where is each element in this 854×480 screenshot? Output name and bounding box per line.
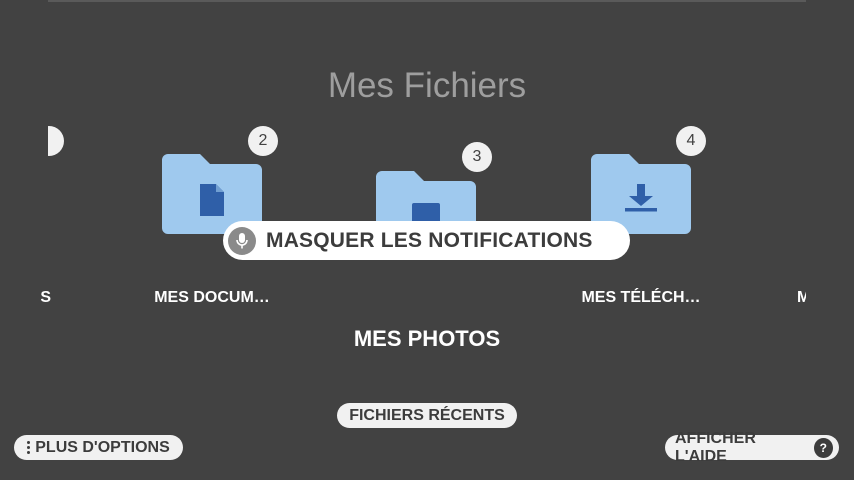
folder-label-downloads: MES TÉLÉCH… [581, 289, 701, 306]
help-icon: ? [813, 437, 833, 458]
more-options-label: PLUS D'OPTIONS [35, 438, 170, 456]
left-edge-mask [0, 0, 48, 480]
right-edge-mask [806, 0, 854, 480]
badge-documents: 2 [248, 126, 278, 156]
show-help-button[interactable]: AFFICHER L'AIDE ? [665, 430, 839, 465]
hide-notifications-label: MASQUER LES NOTIFICATIONS [266, 228, 593, 252]
hide-notifications-button[interactable]: MASQUER LES NOTIFICATIONS [223, 221, 630, 260]
edge-label-left: S [41, 289, 51, 306]
more-options-button[interactable]: PLUS D'OPTIONS [14, 435, 183, 460]
recent-files-label: FICHIERS RÉCENTS [349, 406, 505, 424]
page-title: Mes Fichiers [327, 66, 527, 105]
folder-label-photos: MES PHOTOS [353, 326, 501, 351]
show-help-label: AFFICHER L'AIDE [675, 429, 756, 465]
document-icon [200, 184, 224, 216]
edge-label-right: M [797, 289, 806, 306]
microphone-icon [228, 226, 256, 255]
more-vert-icon [27, 440, 31, 455]
recent-files-button[interactable]: FICHIERS RÉCENTS [337, 403, 517, 428]
top-border [0, 0, 854, 2]
badge-downloads: 4 [676, 126, 706, 156]
folder-label-documents: MES DOCUM… [154, 289, 270, 306]
badge-photos: 3 [462, 142, 492, 172]
